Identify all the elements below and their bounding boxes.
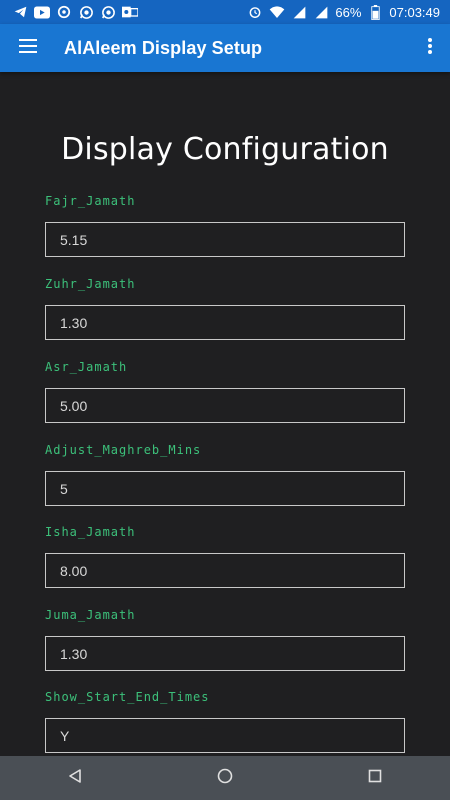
app-bar: AlAleem Display Setup: [0, 24, 450, 72]
app-title: AlAleem Display Setup: [64, 37, 263, 58]
field-adjust-maghreb-mins: Adjust_Maghreb_Mins: [45, 443, 405, 506]
zuhr-jamath-input[interactable]: [45, 305, 405, 340]
outlook-icon: [122, 4, 138, 20]
battery-percentage: 66%: [335, 4, 362, 20]
back-triangle-icon: [68, 768, 82, 788]
back-button[interactable]: [45, 756, 105, 800]
fajr-jamath-input[interactable]: [45, 222, 405, 257]
field-label: Fajr_Jamath: [45, 194, 136, 208]
field-label: Adjust_Maghreb_Mins: [45, 443, 202, 457]
telegram-icon: [12, 4, 28, 20]
adjust-maghreb-mins-input[interactable]: [45, 471, 405, 506]
field-show-start-end-times: Show_Start_End_Times: [45, 690, 405, 753]
system-indicators: 66% 07:03:49: [247, 4, 440, 20]
show-start-end-times-input[interactable]: [45, 718, 405, 753]
field-label: Zuhr_Jamath: [45, 277, 136, 291]
field-asr-jamath: Asr_Jamath: [45, 360, 405, 423]
signal-icon: [313, 4, 329, 20]
juma-jamath-input[interactable]: [45, 636, 405, 671]
more-vert-icon: [428, 37, 432, 59]
alarm-icon: [247, 4, 263, 20]
recents-button[interactable]: [345, 756, 405, 800]
field-juma-jamath: Juma_Jamath: [45, 608, 405, 671]
field-label: Juma_Jamath: [45, 608, 136, 622]
sync-icon: [56, 4, 72, 20]
isha-jamath-input[interactable]: [45, 553, 405, 588]
field-label: Asr_Jamath: [45, 360, 128, 374]
home-button[interactable]: [195, 756, 255, 800]
signal-icon: [291, 4, 307, 20]
overflow-menu-button[interactable]: [410, 24, 450, 72]
field-isha-jamath: Isha_Jamath: [45, 525, 405, 588]
home-circle-icon: [217, 768, 233, 789]
youtube-icon: [34, 4, 50, 20]
field-fajr-jamath: Fajr_Jamath: [45, 194, 405, 257]
wifi-icon: [269, 4, 285, 20]
recents-square-icon: [368, 769, 382, 788]
battery-icon: [367, 4, 383, 20]
whatsapp-icon: [100, 4, 116, 20]
hamburger-menu-icon: [19, 38, 37, 58]
web-content: Display Configuration Fajr_Jamath Zuhr_J…: [0, 72, 450, 756]
menu-button[interactable]: [0, 24, 56, 72]
notification-icons: [12, 4, 138, 20]
clock: 07:03:49: [389, 4, 440, 20]
asr-jamath-input[interactable]: [45, 388, 405, 423]
whatsapp-icon: [78, 4, 94, 20]
navigation-bar: [0, 756, 450, 800]
field-zuhr-jamath: Zuhr_Jamath: [45, 277, 405, 340]
status-bar: 66% 07:03:49: [0, 0, 450, 24]
field-label: Show_Start_End_Times: [45, 690, 210, 704]
page-title: Display Configuration: [61, 132, 389, 167]
field-label: Isha_Jamath: [45, 525, 136, 539]
